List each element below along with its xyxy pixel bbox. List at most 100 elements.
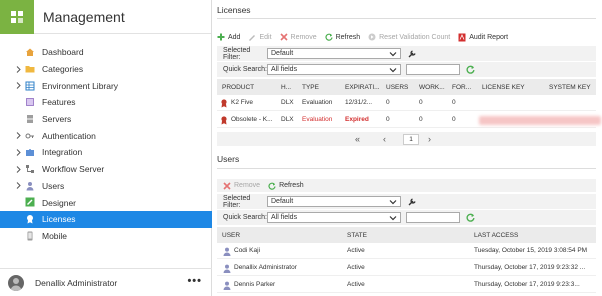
user-icon (223, 247, 231, 256)
close-icon (223, 181, 231, 190)
filter-select[interactable]: Default (267, 196, 401, 207)
refresh-icon[interactable] (466, 65, 475, 74)
users-toolbar: Remove Refresh (217, 179, 596, 192)
sidebar-item-servers[interactable]: Servers (0, 111, 212, 128)
column-header[interactable]: FOR... (452, 84, 471, 91)
edit-button[interactable]: Edit (248, 33, 272, 41)
chevron-down-icon (389, 216, 397, 221)
more-options-button[interactable]: ••• (187, 275, 202, 287)
wrench-icon[interactable] (407, 197, 417, 207)
type-cell: Evaluation (302, 99, 333, 106)
filter-value: Default (271, 50, 294, 57)
remove-button[interactable]: Remove (279, 33, 317, 41)
folder-icon (25, 65, 35, 73)
chevron-right-icon[interactable] (16, 77, 21, 94)
refresh-users-button[interactable]: Refresh (268, 182, 304, 190)
app-logo[interactable] (0, 0, 34, 34)
license-ribbon-icon (221, 99, 227, 108)
chevron-right-icon[interactable] (16, 144, 21, 161)
prev-page-button[interactable]: ‹ (383, 134, 386, 144)
search-scope-select[interactable]: All fields (267, 212, 401, 223)
sidebar-item-workflow-server[interactable]: Workflow Server (0, 161, 212, 178)
next-page-button[interactable]: › (428, 134, 431, 144)
sidebar-item-integration[interactable]: Integration (0, 144, 212, 161)
search-input[interactable] (406, 64, 460, 75)
table-row[interactable]: K2 Five DLX Evaluation 12/31/2... 0 0 0 (217, 95, 596, 111)
sidebar-item-features[interactable]: Features (0, 94, 212, 111)
last-access-cell: Thursday, October 17, 2019 9:23:32 ... (474, 264, 586, 271)
sidebar-item-dashboard[interactable]: Dashboard (0, 44, 212, 61)
column-header[interactable]: TYPE (302, 84, 319, 91)
sidebar-item-label: Mobile (42, 230, 68, 241)
server-icon (27, 115, 33, 124)
avatar[interactable] (8, 274, 24, 291)
sidebar-item-label: Environment Library (42, 80, 119, 91)
filter-value: Default (271, 198, 294, 205)
audit-report-button[interactable]: Audit Report (458, 33, 508, 42)
product-cell: K2 Five (231, 99, 254, 106)
table-row[interactable]: Codi Kaji Active Tuesday, October 15, 20… (217, 243, 596, 259)
column-header[interactable]: USER (222, 232, 240, 239)
last-access-cell: Tuesday, October 15, 2019 3:08:54 PM (474, 247, 588, 254)
column-header[interactable]: EXPIRATI... (345, 84, 380, 91)
last-access-cell: Thursday, October 17, 2019 9:23:3... (474, 281, 580, 288)
search-input[interactable] (406, 212, 460, 223)
user-icon (223, 264, 231, 273)
chevron-right-icon[interactable] (16, 61, 21, 78)
add-button[interactable]: Add (217, 33, 240, 41)
mobile-icon (27, 231, 33, 241)
sidebar-item-mobile[interactable]: Mobile (0, 228, 212, 245)
reset-validation-count-button[interactable]: Reset Validation Count (368, 33, 450, 41)
sidebar-item-designer[interactable]: Designer (0, 194, 212, 211)
column-header[interactable]: WORK... (419, 84, 445, 91)
table-row[interactable]: Denallix Administrator Active Thursday, … (217, 260, 596, 276)
search-scope-select[interactable]: All fields (267, 64, 401, 75)
close-icon (279, 33, 288, 41)
search-label: Quick Search: (223, 66, 267, 73)
wrench-icon[interactable] (407, 49, 417, 59)
column-header[interactable]: STATE (347, 232, 367, 239)
home-icon (26, 48, 34, 57)
licenses-title: Licenses (217, 5, 251, 15)
sidebar-item-categories[interactable]: Categories (0, 61, 212, 78)
sidebar-item-label: Workflow Server (42, 164, 105, 175)
chevron-right-icon[interactable] (16, 178, 21, 195)
grid-logo-icon (11, 10, 23, 23)
main-content: Licenses Add Edit Remove Refresh Reset V… (213, 0, 602, 296)
reset-label: Reset Validation Count (379, 33, 451, 41)
column-header[interactable]: USERS (386, 84, 408, 91)
table-row[interactable]: Dennis Parker Active Thursday, October 1… (217, 277, 596, 293)
filter-select[interactable]: Default (267, 48, 401, 59)
column-header[interactable]: SYSTEM KEY (549, 84, 591, 91)
refresh-icon[interactable] (466, 213, 475, 222)
for-cell: 0 (452, 99, 456, 106)
refresh-label: Refresh (335, 33, 361, 41)
filter-label: Selected Filter: (223, 46, 251, 61)
column-header[interactable]: LAST ACCESS (474, 232, 518, 239)
sidebar-item-label: Authentication (42, 130, 96, 141)
state-cell: Active (347, 264, 365, 271)
page-number-input[interactable]: 1 (403, 133, 419, 145)
users-cell: 0 (386, 116, 390, 123)
refresh-button[interactable]: Refresh (325, 33, 361, 41)
users-table-header: USER STATE LAST ACCESS (217, 227, 596, 243)
users-search-row: Quick Search: All fields (217, 210, 596, 225)
first-page-button[interactable]: « (355, 134, 360, 144)
remove-user-button[interactable]: Remove (223, 181, 260, 190)
sidebar-item-label: Users (42, 180, 65, 191)
sidebar-item-licenses[interactable]: Licenses (0, 210, 212, 228)
pdf-icon (458, 33, 466, 41)
work-cell: 0 (419, 116, 423, 123)
app-title: Management (43, 8, 125, 25)
sidebar-item-users[interactable]: Users (0, 178, 212, 195)
table-row[interactable]: Obsolete - K... DLX Evaluation Expired 0… (217, 112, 601, 128)
workflow-icon (26, 165, 34, 174)
chevron-right-icon[interactable] (16, 161, 21, 178)
column-header[interactable]: LICENSE KEY (482, 84, 525, 91)
refresh-label: Refresh (279, 182, 304, 189)
chevron-right-icon[interactable] (16, 127, 21, 144)
column-header[interactable]: PRODUCT (222, 84, 254, 91)
sidebar-item-authentication[interactable]: Authentication (0, 127, 212, 144)
column-header[interactable]: H... (281, 84, 291, 91)
sidebar-item-environment-library[interactable]: Environment Library (0, 77, 212, 94)
